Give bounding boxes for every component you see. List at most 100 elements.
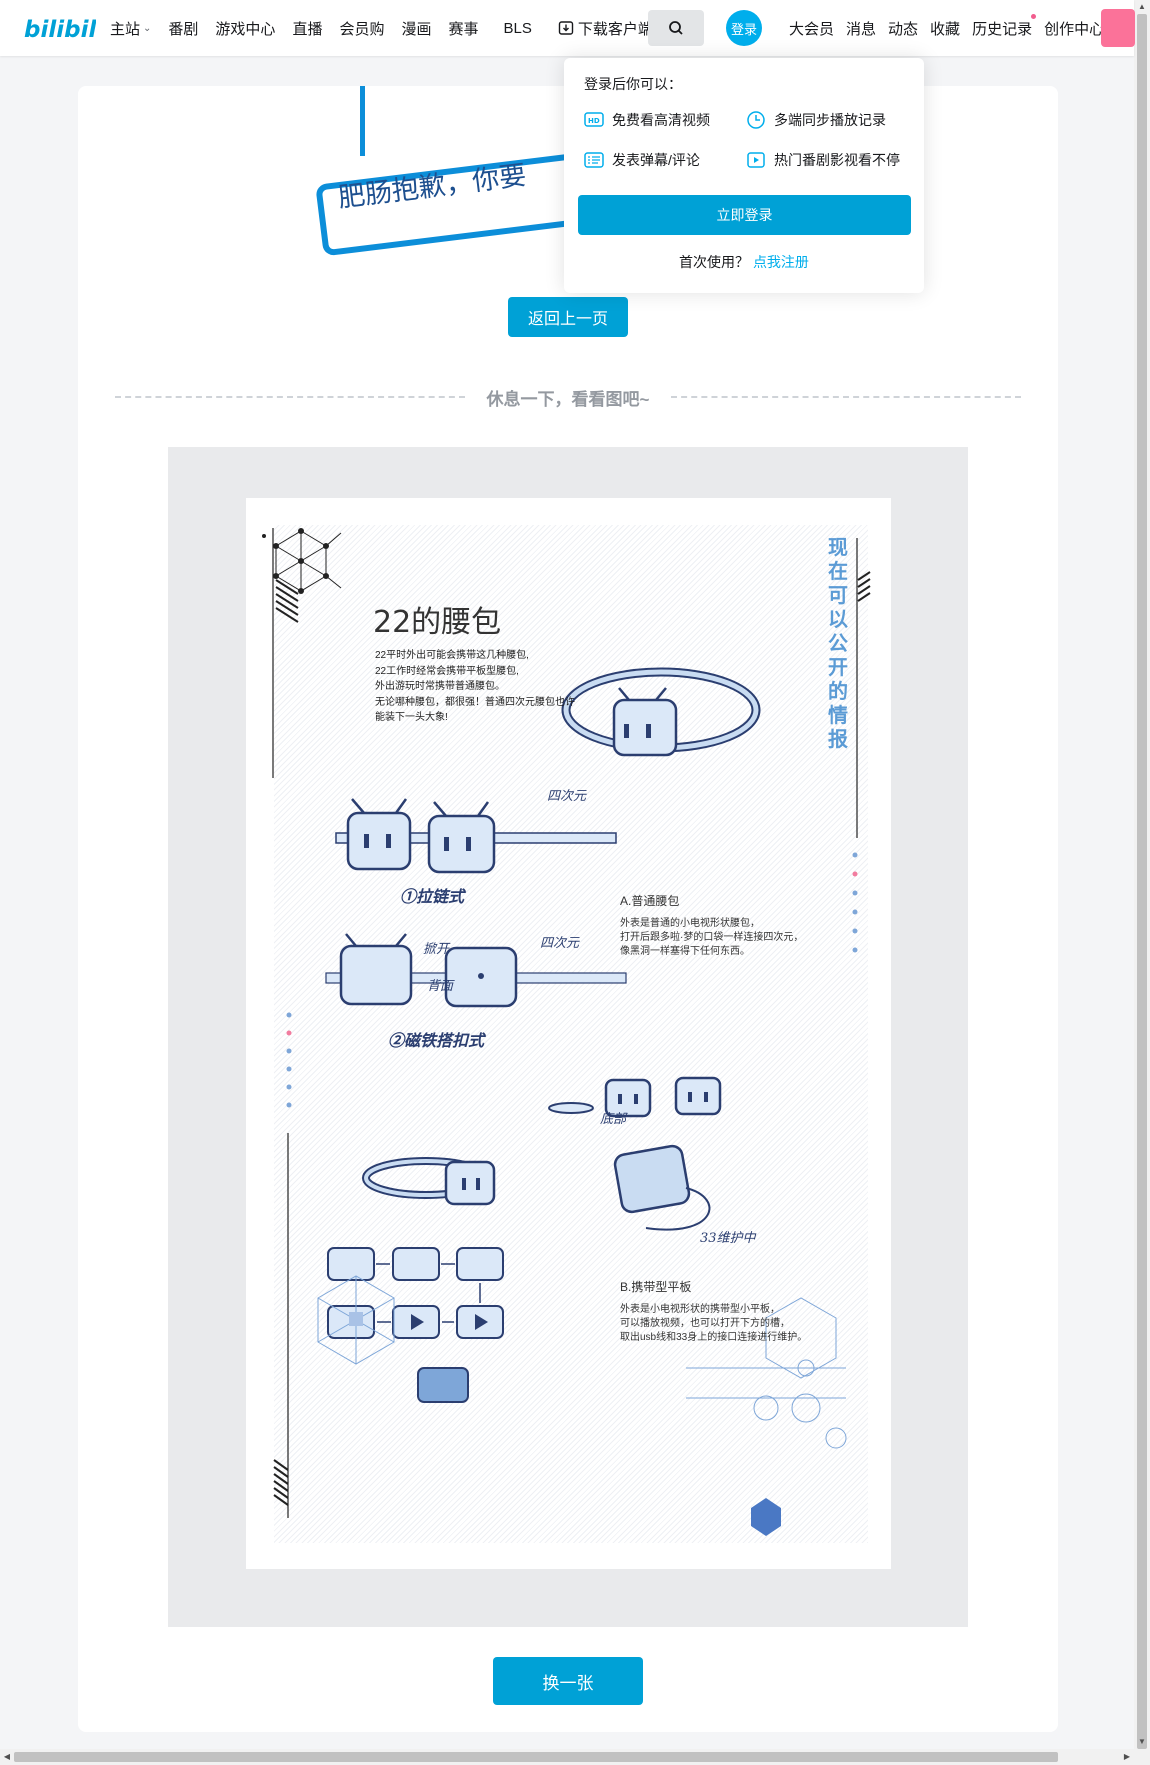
poster-section-a-body: 外表是普通的小电视形状腰包， 打开后跟多啦·梦的口袋一样连接四次元， 像黑洞一样…: [620, 917, 820, 959]
benefit-hd-video: HD 免费看高清视频: [584, 110, 710, 130]
nav-item-live[interactable]: 直播: [292, 18, 322, 39]
scroll-right-arrow-icon[interactable]: ▶: [1120, 1749, 1134, 1765]
notification-dot: [1031, 13, 1037, 19]
nav-item-esports[interactable]: 赛事: [448, 18, 478, 39]
nav-label: 历史记录: [972, 20, 1033, 38]
search-button[interactable]: [648, 10, 704, 46]
nav-right: 大会员 消息 动态 收藏 历史记录 创作中心: [789, 0, 1116, 56]
nav-item-vip[interactable]: 大会员: [789, 18, 834, 39]
hd-icon: HD: [584, 112, 604, 127]
bilibili-logo[interactable]: bilibili: [24, 13, 96, 43]
benefit-label: 免费看高清视频: [612, 112, 710, 128]
nav-item-main[interactable]: 主站 ⌄: [110, 18, 151, 39]
flow-drawing: [327, 1157, 504, 1403]
hatch-mark: [275, 579, 299, 623]
nav-item-favorites[interactable]: 收藏: [930, 18, 960, 39]
nav-item-manga[interactable]: 漫画: [401, 18, 431, 39]
nav-item-creator-center[interactable]: 创作中心: [1044, 18, 1104, 39]
poster-intro-line: 22平时外出可能会携带这几种腰包,: [375, 650, 529, 661]
divider: 休息一下，看看图吧~: [78, 387, 1058, 409]
hw-label: 33维护中: [700, 1231, 756, 1246]
magnet-bag-drawing: [325, 933, 627, 1008]
scroll-left-arrow-icon[interactable]: ◀: [0, 1749, 14, 1765]
search-icon: [669, 21, 683, 35]
poster-intro-line: 无论哪种腰包，都很强！普通四次元腰包也许: [375, 696, 575, 708]
poster-text-line: 外表是普通的小电视形状腰包，: [620, 918, 760, 929]
back-button[interactable]: 返回上一页: [508, 297, 628, 337]
nav-left: 主站⌄ 番剧 游戏中心 直播 会员购 漫画 赛事 BLS 下载客户端 新: [110, 0, 693, 56]
benefit-sync-history: 多端同步播放记录: [746, 110, 886, 130]
login-avatar-button[interactable]: 登录: [726, 10, 762, 46]
nav-item-bls[interactable]: BLS: [504, 20, 532, 37]
clock-icon: [747, 111, 765, 129]
poster-vertical-title: 现在可以公开的情报: [828, 535, 848, 751]
chevron-down-icon: ⌄: [143, 22, 152, 34]
poster-intro-line: 能装下一头大象!: [375, 712, 448, 723]
swap-button-label: 换一张: [542, 1673, 594, 1693]
hex-network-icon: [275, 530, 342, 592]
benefit-danmaku: 发表弹幕/评论: [584, 150, 700, 170]
dot-column: [852, 852, 858, 953]
nav-item-messages[interactable]: 消息: [846, 18, 876, 39]
poster-title: 22的腰包: [373, 605, 502, 640]
nav-item-game-center[interactable]: 游戏中心: [215, 18, 275, 39]
poster-section-b-title: B.携带型平板: [620, 1280, 692, 1294]
scrollbar-thumb[interactable]: [14, 1752, 1058, 1762]
nav-label: 主站: [110, 20, 141, 38]
hatch-mark: [273, 1459, 289, 1506]
scroll-down-arrow-icon[interactable]: ▼: [1134, 1735, 1150, 1749]
cube-icon: [751, 1498, 781, 1536]
dot-column: [286, 1012, 292, 1108]
nav-item-anime[interactable]: 番剧: [168, 18, 198, 39]
nav-item-dynamics[interactable]: 动态: [888, 18, 918, 39]
poster-intro-line: 外出游玩时常携带普通腰包。: [375, 681, 505, 692]
nav-label: 动态: [888, 20, 919, 38]
hw-label: ②磁铁搭扣式: [388, 1031, 485, 1050]
login-now-button[interactable]: 立即登录: [578, 195, 911, 235]
zipper-bag-drawing: [335, 798, 617, 874]
poster-text-line: 取出usb线和33身上的接口连接进行维护。: [620, 1332, 808, 1343]
login-popover: 登录后你可以： HD 免费看高清视频 多端同步播放记录 发表弹幕/评论 热门番剧…: [564, 58, 924, 293]
hex-nodes: [262, 528, 329, 594]
nav-label: 下载客户端: [577, 20, 653, 38]
swap-image-button[interactable]: 换一张: [493, 1657, 643, 1705]
login-label: 登录: [730, 21, 757, 37]
poster-intro-line: 22工作时经常会携带平板型腰包,: [375, 665, 519, 677]
upload-button[interactable]: [1101, 9, 1135, 47]
poster-intro: 22平时外出可能会携带这几种腰包, 22工作时经常会携带平板型腰包, 外出游玩时…: [375, 648, 615, 726]
vertical-scrollbar[interactable]: ▲ ▼: [1134, 0, 1150, 1765]
poster-text-line: 可以播放视频，也可以打开下方的槽，: [620, 1318, 790, 1329]
nav-label: 收藏: [930, 20, 961, 38]
nav-label: 番剧: [168, 20, 199, 38]
sign-pole: [360, 86, 365, 156]
nav-label: BLS: [503, 19, 532, 37]
benefit-label: 热门番剧影视看不停: [774, 152, 900, 168]
hw-label: 背面: [427, 979, 454, 994]
first-use-text: 首次使用？: [679, 254, 750, 270]
nav-label: 消息: [846, 20, 877, 38]
divider-text: 休息一下，看看图吧~: [486, 389, 650, 409]
nav-item-history[interactable]: 历史记录: [972, 13, 1037, 39]
svg-text:HD: HD: [588, 117, 600, 125]
nav-label: 直播: [292, 20, 323, 38]
nav-item-shop[interactable]: 会员购: [339, 18, 384, 39]
benefit-anime: 热门番剧影视看不停: [746, 150, 900, 170]
nav-label: 游戏中心: [215, 20, 276, 38]
download-icon: [558, 21, 574, 35]
hatch-mark: [857, 571, 871, 602]
hw-label: 四次元: [547, 789, 587, 804]
nav-label: 漫画: [401, 20, 432, 38]
divider-line-right: [671, 396, 1022, 398]
hw-label: 底部: [600, 1112, 627, 1127]
horizontal-scrollbar[interactable]: ◀ ▶: [0, 1749, 1134, 1765]
scrollbar-thumb[interactable]: [1137, 14, 1147, 1749]
scroll-up-arrow-icon[interactable]: ▲: [1134, 0, 1150, 14]
hw-label: 掀开: [423, 942, 450, 957]
popover-title: 登录后你可以：: [584, 76, 682, 92]
poster-text-line: 像黑洞一样塞得下任何东西。: [620, 946, 750, 957]
top-nav: bilibili 主站⌄ 番剧 游戏中心 直播 会员购 漫画 赛事 BLS 下载…: [0, 0, 1135, 56]
register-link[interactable]: 点我注册: [753, 254, 809, 270]
hw-label: ①拉链式: [400, 887, 465, 906]
play-icon: [747, 152, 765, 168]
popover-footer: 首次使用？ 点我注册: [564, 252, 924, 272]
